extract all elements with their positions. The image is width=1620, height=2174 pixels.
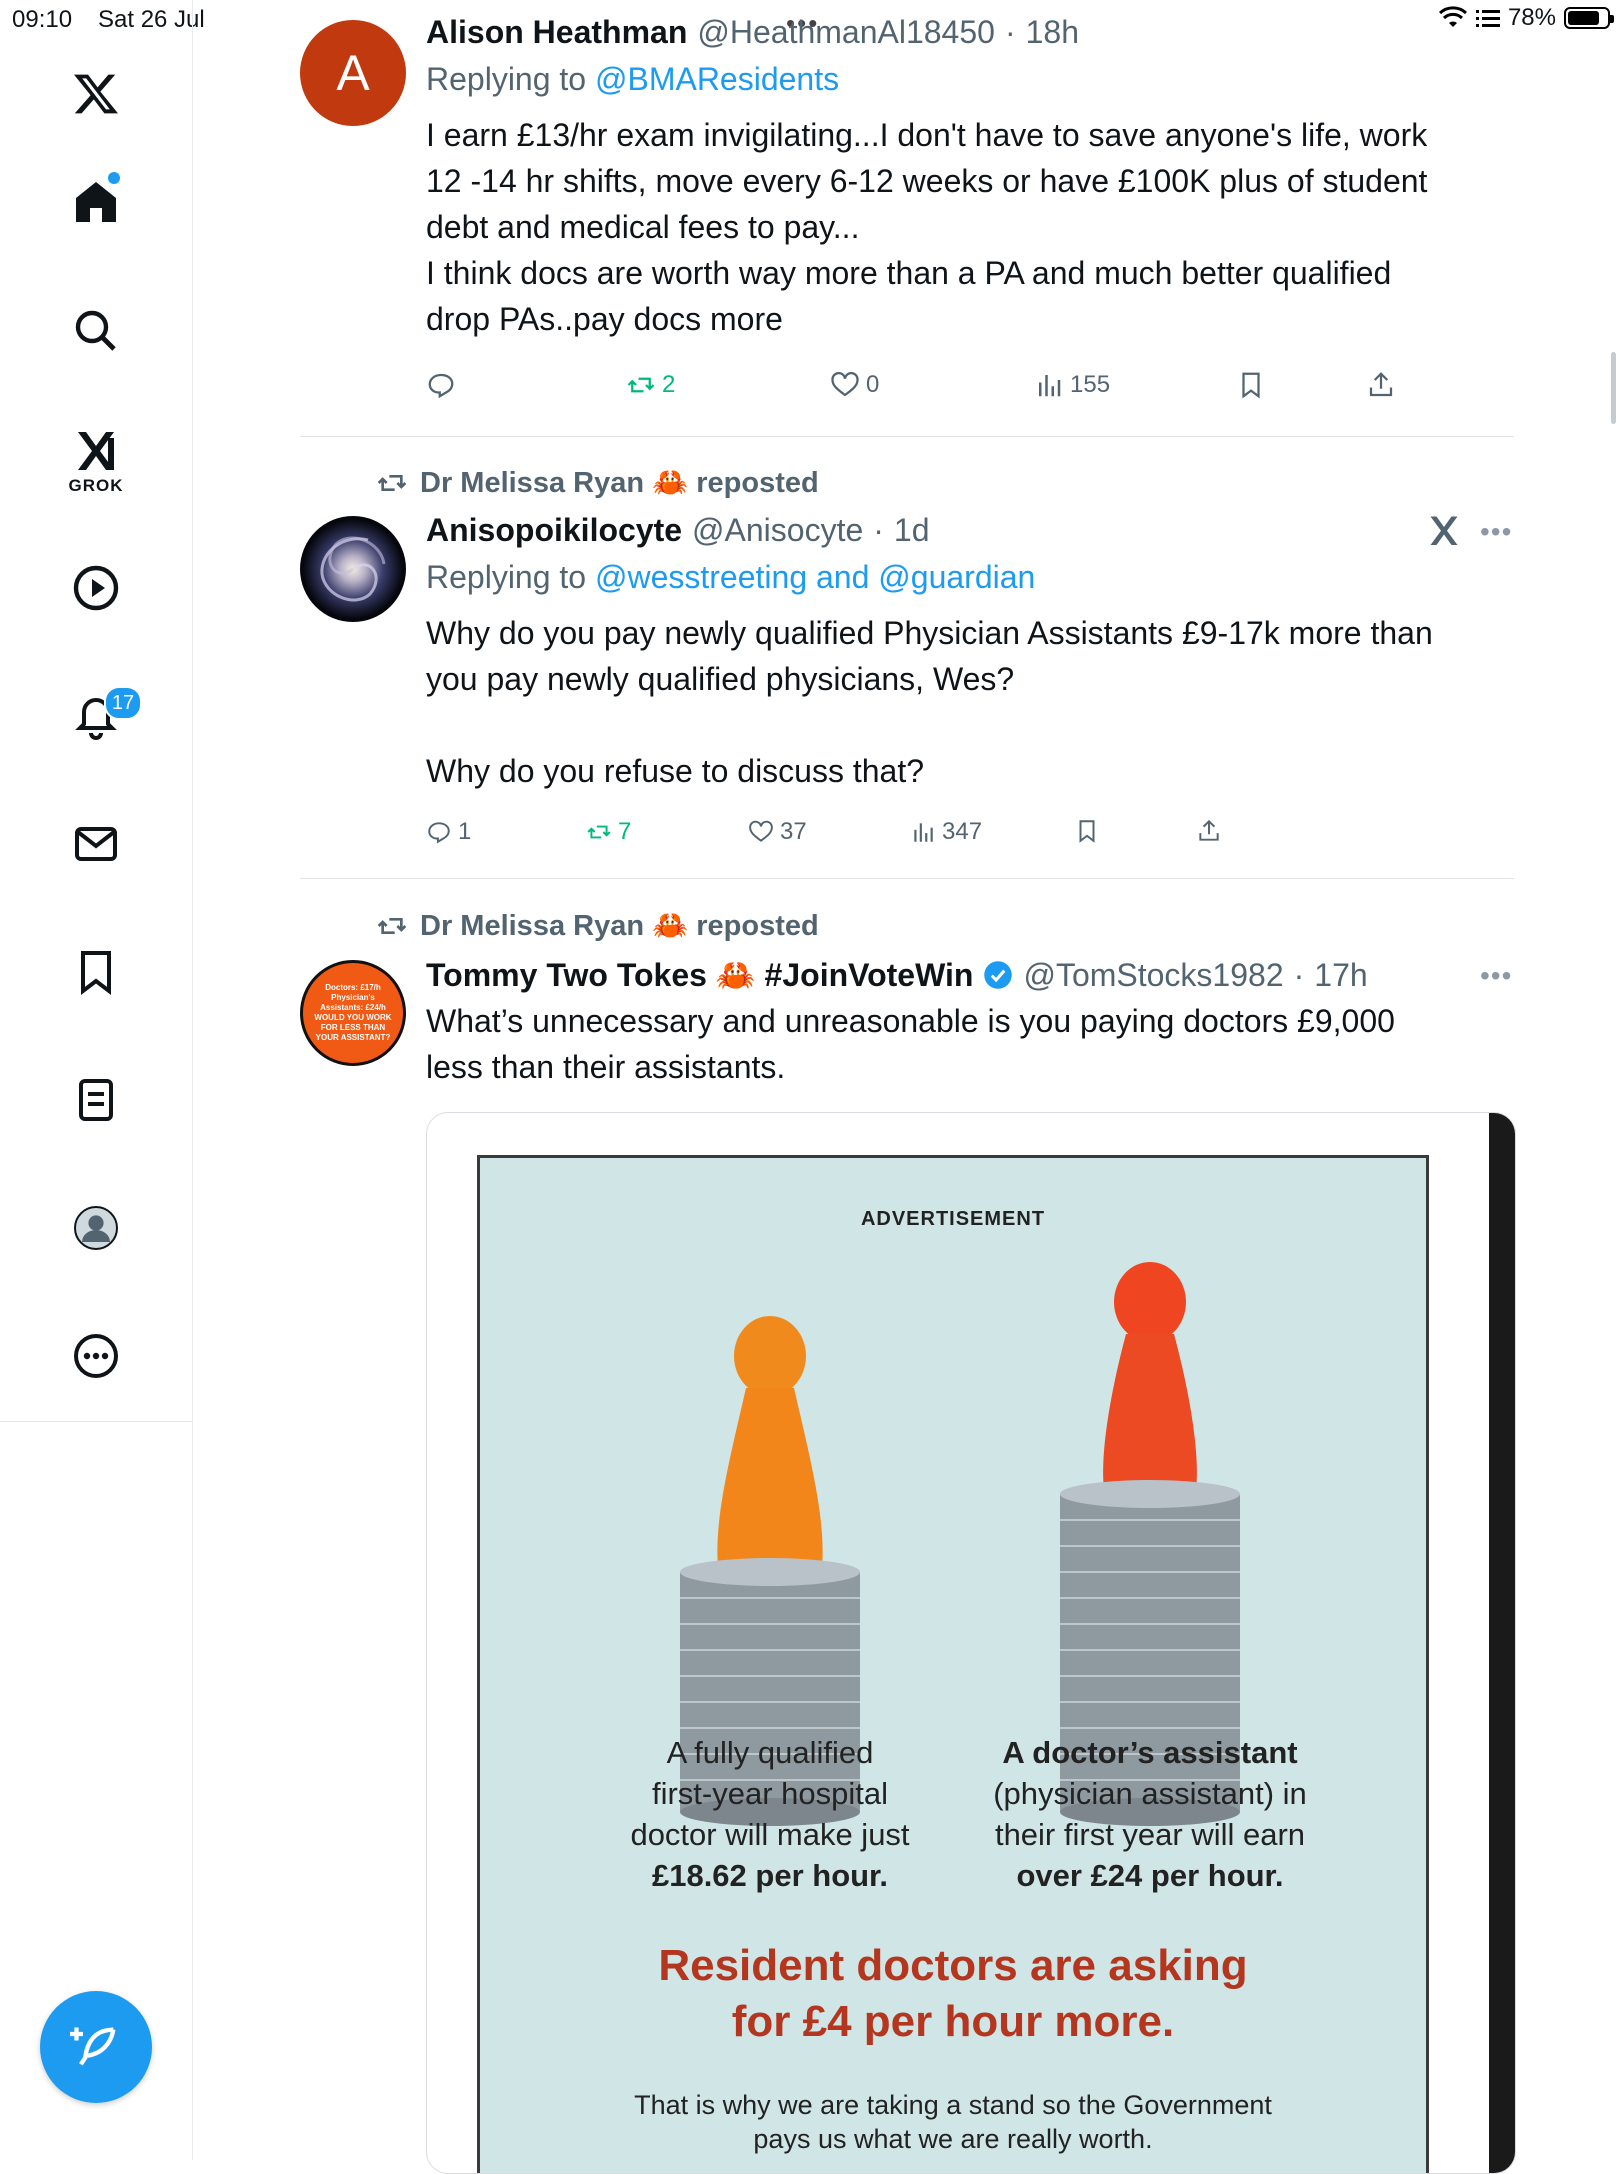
tweet-2[interactable]: Anisopoikilocyte @Anisocyte · 1d Replyin… bbox=[426, 512, 1516, 794]
profile-avatar-icon[interactable] bbox=[70, 1202, 122, 1254]
advertisement-label: ADVERTISEMENT bbox=[860, 1208, 1046, 1230]
repost-button[interactable]: 2 bbox=[626, 370, 675, 400]
more-options-icon[interactable] bbox=[70, 1330, 122, 1382]
tweet-2-more-icon[interactable]: ••• bbox=[1480, 516, 1512, 548]
sidebar-divider bbox=[0, 1421, 192, 1422]
tweet-1-text: I earn £13/hr exam invigilating...I don'… bbox=[426, 117, 1428, 337]
repost-icon bbox=[377, 918, 407, 934]
tweet-3-handle[interactable]: @TomStocks1982 bbox=[1023, 957, 1283, 994]
compose-feather-icon bbox=[70, 2027, 116, 2066]
bookmark-icon bbox=[1242, 372, 1260, 399]
bookmark-button[interactable] bbox=[1236, 370, 1266, 400]
avatar-text: Doctors: £17/h Physician's Assistants: £… bbox=[314, 983, 392, 1042]
grok-explain-icon[interactable] bbox=[1426, 512, 1462, 553]
tweet-1-time[interactable]: 18h bbox=[1026, 14, 1079, 51]
views-chart-icon bbox=[914, 823, 933, 842]
left-caption: A fully qualified first-year hospital do… bbox=[630, 1735, 910, 1893]
heart-icon bbox=[831, 372, 859, 397]
like-button[interactable]: 0 bbox=[830, 370, 879, 400]
tweet-3-media[interactable]: ADVERTISEMENT A fully qualified first-ye… bbox=[426, 1112, 1516, 2174]
notification-count-badge: 17 bbox=[104, 686, 142, 720]
reply-button[interactable]: 1 bbox=[426, 818, 471, 846]
tweet-1-replying-link[interactable]: @BMAResidents bbox=[595, 61, 839, 97]
reply-icon bbox=[428, 373, 454, 399]
lists-icon[interactable] bbox=[70, 1074, 122, 1126]
search-icon[interactable] bbox=[70, 305, 122, 357]
tweet-2-text: Why do you pay newly qualified Physician… bbox=[426, 615, 1433, 789]
right-caption: A doctor’s assistant (physician assistan… bbox=[993, 1735, 1307, 1893]
ad-headline: Resident doctors are asking for £4 per h… bbox=[658, 1941, 1248, 2046]
compose-post-button[interactable] bbox=[40, 1991, 152, 2103]
views-button[interactable]: 155 bbox=[1034, 370, 1110, 400]
tweet-2-avatar[interactable] bbox=[300, 516, 406, 622]
repost-icon bbox=[627, 377, 655, 393]
grok-icon[interactable] bbox=[70, 424, 122, 476]
tweet-separator bbox=[300, 878, 1514, 879]
tweet-2-handle[interactable]: @Anisocyte bbox=[692, 512, 863, 549]
like-button[interactable]: 37 bbox=[748, 818, 807, 846]
avatar-letter: A bbox=[336, 45, 370, 101]
bookmark-icon bbox=[1079, 820, 1095, 843]
tweet-1-avatar[interactable]: A bbox=[300, 20, 406, 126]
advertisement-image: ADVERTISEMENT A fully qualified first-ye… bbox=[477, 1155, 1429, 2173]
repost-icon bbox=[377, 475, 407, 491]
repost-button[interactable]: 7 bbox=[586, 818, 631, 846]
scrollbar-thumb[interactable] bbox=[1611, 352, 1616, 424]
tweet-1[interactable]: Alison Heathman @HeathmanAl18450 · 18h R… bbox=[426, 14, 1516, 342]
tweet-2-time[interactable]: 1d bbox=[894, 512, 930, 549]
tweet-2-actions: 1 7 37 347 bbox=[426, 818, 1326, 858]
sidebar: GROK 17 bbox=[0, 0, 193, 2160]
views-chart-icon bbox=[1039, 375, 1061, 397]
tweet-3-author-name[interactable]: Tommy Two Tokes 🦀 #JoinVoteWin bbox=[426, 956, 973, 994]
ad-subtext: That is why we are taking a stand so the… bbox=[634, 2090, 1272, 2154]
tweet-3-text: What’s unnecessary and unreasonable is y… bbox=[426, 1003, 1395, 1085]
battery-icon bbox=[1564, 7, 1614, 29]
home-notification-dot bbox=[108, 172, 120, 184]
tweet-1-actions: 2 0 155 bbox=[426, 370, 1516, 410]
tweet-3-avatar[interactable]: Doctors: £17/h Physician's Assistants: £… bbox=[300, 960, 406, 1066]
heart-icon bbox=[749, 820, 773, 842]
reply-button[interactable] bbox=[426, 370, 462, 400]
tweet-1-handle[interactable]: @HeathmanAl18450 bbox=[697, 14, 995, 51]
tweet-3-repost-indicator[interactable]: Dr Melissa Ryan 🦀 reposted bbox=[376, 909, 819, 943]
verified-badge-icon bbox=[984, 961, 1013, 989]
tweet-1-replying: Replying to @BMAResidents bbox=[426, 61, 840, 97]
bookmark-icon[interactable] bbox=[70, 946, 122, 998]
tweet-3[interactable]: Tommy Two Tokes 🦀 #JoinVoteWin @TomStock… bbox=[426, 956, 1516, 1090]
tweet-3-time[interactable]: 17h bbox=[1314, 957, 1367, 994]
x-logo-icon[interactable] bbox=[70, 68, 122, 120]
share-icon bbox=[1199, 819, 1219, 841]
video-play-icon[interactable] bbox=[70, 562, 122, 614]
repost-icon bbox=[587, 825, 611, 839]
tweet-2-author-name[interactable]: Anisopoikilocyte bbox=[426, 512, 682, 549]
mail-icon[interactable] bbox=[70, 818, 122, 870]
share-button[interactable] bbox=[1196, 818, 1222, 844]
reply-icon bbox=[428, 822, 450, 844]
views-button[interactable]: 347 bbox=[910, 818, 982, 846]
tweet-2-repost-indicator[interactable]: Dr Melissa Ryan 🦀 reposted bbox=[376, 466, 819, 500]
tweet-2-replying: Replying to @wesstreeting and @guardian bbox=[426, 559, 1036, 595]
tweet-1-author-name[interactable]: Alison Heathman bbox=[426, 14, 687, 51]
share-icon bbox=[1369, 372, 1393, 397]
grok-label: GROK bbox=[68, 476, 124, 495]
share-button[interactable] bbox=[1366, 370, 1396, 400]
tweet-separator bbox=[300, 436, 1514, 437]
galaxy-image bbox=[303, 519, 403, 619]
tweet-3-more-icon[interactable]: ••• bbox=[1480, 960, 1512, 992]
tweet-2-replying-link[interactable]: @wesstreeting and @guardian bbox=[595, 559, 1035, 595]
bookmark-button[interactable] bbox=[1074, 818, 1100, 844]
